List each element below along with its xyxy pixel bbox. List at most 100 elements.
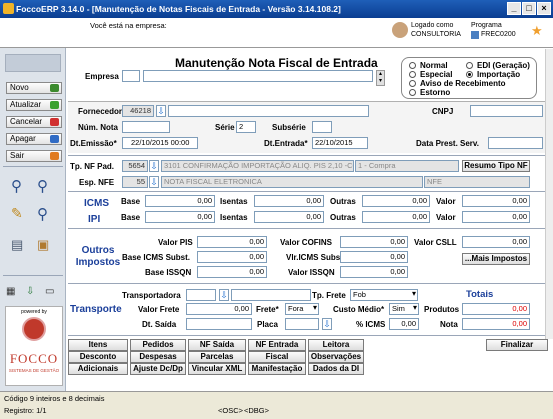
itens-button[interactable]: Itens xyxy=(68,339,128,351)
subserie-label: Subsérie xyxy=(272,123,306,132)
dt-emissao-input[interactable]: 22/10/2015 00:00 xyxy=(122,137,198,149)
minimize-button[interactable]: _ xyxy=(507,2,521,15)
empresa-code-input[interactable] xyxy=(122,70,140,82)
logo-emblem xyxy=(22,317,46,341)
dbg-indicator: <DBG> xyxy=(244,406,270,415)
update-button[interactable]: Atualizar xyxy=(6,99,62,111)
despesas-button[interactable]: Despesas xyxy=(130,351,186,363)
transportadora-lookup-icon[interactable]: ⇩ xyxy=(219,289,229,301)
empresa-name-input[interactable] xyxy=(143,70,373,82)
parcelas-button[interactable]: Parcelas xyxy=(188,351,246,363)
download-icon[interactable]: ⇩ xyxy=(26,286,34,297)
resumo-tipo-nf-button[interactable]: Resumo Tipo NF xyxy=(462,160,530,172)
ipi-isentas-input[interactable]: 0,00 xyxy=(254,211,324,223)
tp-nf-lookup-icon[interactable]: ⇩ xyxy=(149,160,159,172)
valor-issqn-input[interactable]: 0,00 xyxy=(340,266,408,278)
valor-cofins-label: Valor COFINS xyxy=(280,238,333,247)
logo-powered-by: powered by xyxy=(21,309,47,315)
adicionais-button[interactable]: Adicionais xyxy=(68,363,128,375)
icms-valor-input[interactable]: 0,00 xyxy=(462,195,530,207)
fornecedor-name-input[interactable] xyxy=(168,105,369,117)
ajuste-dc-dp-button[interactable]: Ajuste Dc/Dp xyxy=(130,363,186,375)
ipi-base-input[interactable]: 0,00 xyxy=(145,211,215,223)
zoom-in-icon[interactable]: ⚲ xyxy=(11,177,22,195)
total-produtos-value: 0,00 xyxy=(462,303,530,315)
vertical-scrollbar[interactable] xyxy=(545,49,553,339)
placa-lookup-icon[interactable]: ⇩ xyxy=(322,318,332,330)
base-icms-subst-input[interactable]: 0,00 xyxy=(197,251,267,263)
valor-pis-input[interactable]: 0,00 xyxy=(197,236,267,248)
dt-saida-input[interactable] xyxy=(186,318,252,330)
tp-nf-tipo: 1 - Compra xyxy=(355,160,459,172)
fiscal-button[interactable]: Fiscal xyxy=(248,351,306,363)
base-issqn-input[interactable]: 0,00 xyxy=(197,266,267,278)
placa-input[interactable] xyxy=(285,318,319,330)
dados-di-button[interactable]: Dados da DI xyxy=(308,363,364,375)
new-button[interactable]: Novo xyxy=(6,82,62,94)
cancel-button[interactable]: Cancelar xyxy=(6,116,62,128)
radio-aviso[interactable] xyxy=(409,80,416,87)
custo-medio-select[interactable]: Sim xyxy=(389,303,419,315)
radio-edi[interactable] xyxy=(466,62,473,69)
esp-code-input[interactable]: 55 xyxy=(122,176,148,188)
ipi-outras-input[interactable]: 0,00 xyxy=(362,211,430,223)
tp-nf-label: Tp. NF Pad. xyxy=(70,162,114,171)
leitora-button[interactable]: Leitora xyxy=(308,339,364,351)
tp-nf-code-input[interactable]: 5654 xyxy=(122,160,148,172)
search-icon[interactable]: ⚲ xyxy=(37,205,48,223)
valor-cofins-input[interactable]: 0,00 xyxy=(340,236,408,248)
nf-entrada-button[interactable]: NF Entrada xyxy=(248,339,306,351)
zoom-out-icon[interactable]: ⚲ xyxy=(37,177,48,195)
num-nota-input[interactable] xyxy=(122,121,170,133)
delete-button[interactable]: Apagar xyxy=(6,133,62,145)
radio-normal[interactable] xyxy=(409,62,416,69)
radio-estorno[interactable] xyxy=(409,89,416,96)
valor-frete-input[interactable]: 0,00 xyxy=(186,303,252,315)
fornecedor-code-input[interactable]: 46218 xyxy=(122,105,154,117)
vlr-icms-subst-input[interactable]: 0,00 xyxy=(340,251,408,263)
pencil-icon[interactable]: ✎ xyxy=(11,205,23,222)
printer-icon[interactable]: ▤ xyxy=(11,237,23,253)
logo-name: FOCCO xyxy=(9,351,59,366)
window-icon[interactable]: ▭ xyxy=(45,286,54,297)
desconto-button[interactable]: Desconto xyxy=(68,351,128,363)
valor-csll-input[interactable]: 0,00 xyxy=(462,236,530,248)
mais-impostos-button[interactable]: ...Mais Impostos xyxy=(462,253,530,265)
ipi-outras-label: Outras xyxy=(330,213,356,222)
favorite-star-icon[interactable]: ★ xyxy=(531,23,543,39)
record-count: Registro: 1/1 xyxy=(4,406,47,415)
tp-frete-select[interactable]: Fob xyxy=(350,289,418,301)
transportadora-name-input[interactable] xyxy=(231,289,311,301)
empresa-spinner[interactable]: ▴ ▾ xyxy=(376,70,385,86)
fornecedor-lookup-icon[interactable]: ⇩ xyxy=(156,105,166,117)
cnpj-input[interactable] xyxy=(470,105,543,117)
box-icon[interactable]: ▣ xyxy=(37,237,49,253)
esp-lookup-icon[interactable]: ⇩ xyxy=(149,176,159,188)
icms-isentas-input[interactable]: 0,00 xyxy=(254,195,324,207)
type-radio-group: Normal EDI (Geração) Especial Importação… xyxy=(401,57,537,99)
icms-base-input[interactable]: 0,00 xyxy=(145,195,215,207)
serie-input[interactable]: 2 xyxy=(236,121,256,133)
delete-label: Apagar xyxy=(10,134,36,143)
nf-saida-button[interactable]: NF Saída xyxy=(188,339,246,351)
frete-select[interactable]: Fora xyxy=(285,303,319,315)
maximize-button[interactable]: □ xyxy=(522,2,536,15)
vincular-xml-button[interactable]: Vincular XML xyxy=(188,363,246,375)
pedidos-button[interactable]: Pedidos xyxy=(130,339,186,351)
pct-icms-input[interactable]: 0,00 xyxy=(389,318,419,330)
exit-button[interactable]: Sair xyxy=(6,150,62,162)
observacoes-button[interactable]: Observações xyxy=(308,351,364,363)
radio-especial[interactable] xyxy=(409,71,416,78)
program-icon xyxy=(471,31,479,39)
grid-icon[interactable]: ▦ xyxy=(6,286,15,297)
radio-importacao[interactable] xyxy=(466,71,473,78)
manifestacao-button[interactable]: Manifestação xyxy=(248,363,306,375)
ipi-valor-input[interactable]: 0,00 xyxy=(462,211,530,223)
icms-outras-input[interactable]: 0,00 xyxy=(362,195,430,207)
transportadora-code-input[interactable] xyxy=(186,289,216,301)
data-prest-input[interactable] xyxy=(488,137,543,149)
subserie-input[interactable] xyxy=(312,121,332,133)
close-button[interactable]: × xyxy=(537,2,551,15)
finalizar-button[interactable]: Finalizar xyxy=(486,339,548,351)
dt-entrada-input[interactable]: 22/10/2015 xyxy=(312,137,368,149)
